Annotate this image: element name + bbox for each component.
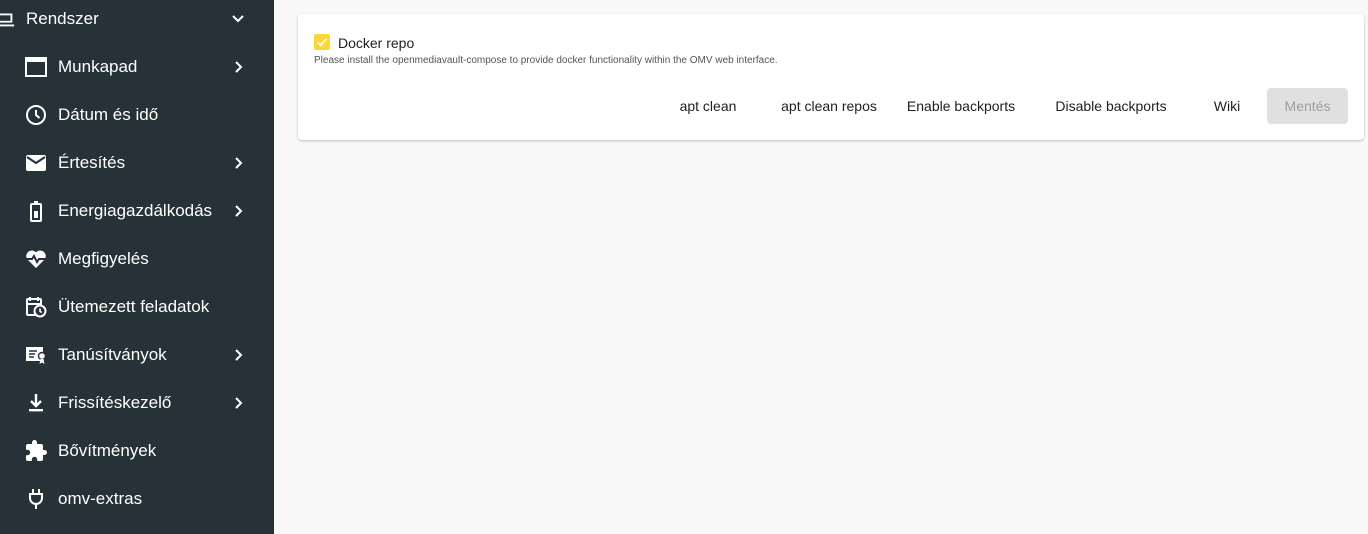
certificate-icon <box>24 343 48 367</box>
docker-repo-hint: Please install the openmediavault-compos… <box>314 55 778 66</box>
sidebar-item-munkapad[interactable]: Munkapad <box>0 43 274 91</box>
mail-icon <box>24 151 48 175</box>
sidebar-item-omv-extras[interactable]: omv-extras <box>0 475 274 523</box>
laptop-icon <box>0 8 16 30</box>
sidebar: Rendszer Munkapad Dátum és idő Értesítés <box>0 0 274 534</box>
enable-backports-button[interactable]: Enable backports <box>896 88 1026 124</box>
sidebar-item-label: Dátum és idő <box>58 105 159 124</box>
sidebar-item-tanusitvanyok[interactable]: Tanúsítványok <box>0 331 274 379</box>
wiki-button[interactable]: Wiki <box>1193 88 1261 124</box>
sidebar-item-energiagazdalkodas[interactable]: Energiagazdálkodás <box>0 187 274 235</box>
sidebar-item-ertesites[interactable]: Értesítés <box>0 139 274 187</box>
main-content: Docker repo Please install the openmedia… <box>274 0 1368 534</box>
sidebar-item-label: Megfigyelés <box>58 249 149 268</box>
chevron-right-icon <box>226 343 250 367</box>
sidebar-item-label: Munkapad <box>58 57 138 76</box>
disable-backports-button[interactable]: Disable backports <box>1045 88 1177 124</box>
download-icon <box>24 391 48 415</box>
sidebar-item-label: Ütemezett feladatok <box>58 297 210 316</box>
sidebar-group-rendszer[interactable]: Rendszer <box>0 0 274 38</box>
sidebar-item-label: Értesítés <box>58 153 126 172</box>
battery-icon <box>24 199 48 223</box>
heart-pulse-icon <box>24 247 48 271</box>
sidebar-item-label: Energiagazdálkodás <box>58 201 213 220</box>
chevron-right-icon <box>226 391 250 415</box>
settings-card: Docker repo Please install the openmedia… <box>298 14 1364 140</box>
checkmark-icon <box>316 38 328 47</box>
calendar-clock-icon <box>24 295 48 319</box>
window-icon <box>24 55 48 79</box>
save-button[interactable]: Mentés <box>1267 88 1348 124</box>
sidebar-group-label: Rendszer <box>26 9 99 28</box>
sidebar-item-datum-es-ido[interactable]: Dátum és idő <box>0 91 274 139</box>
sidebar-item-bovitmenyek[interactable]: Bővítmények <box>0 427 274 475</box>
docker-repo-label[interactable]: Docker repo <box>338 34 414 52</box>
apt-clean-button[interactable]: apt clean <box>653 88 763 124</box>
sidebar-item-label: Tanúsítványok <box>58 345 167 364</box>
clock-icon <box>24 103 48 127</box>
sidebar-item-label: omv-extras <box>58 489 143 508</box>
apt-clean-repos-button[interactable]: apt clean repos <box>764 88 894 124</box>
sidebar-item-label: Frissítéskezelő <box>58 393 172 412</box>
chevron-right-icon <box>226 199 250 223</box>
sidebar-item-utemezett-feladatok[interactable]: Ütemezett feladatok <box>0 283 274 331</box>
docker-repo-checkbox[interactable] <box>314 34 330 50</box>
plug-icon <box>24 487 48 511</box>
sidebar-item-megfigyeles[interactable]: Megfigyelés <box>0 235 274 283</box>
sidebar-item-label: Bővítmények <box>58 441 157 460</box>
chevron-down-icon[interactable] <box>226 7 250 31</box>
chevron-right-icon <box>226 151 250 175</box>
sidebar-item-frissiteskezelo[interactable]: Frissítéskezelő <box>0 379 274 427</box>
chevron-right-icon <box>226 55 250 79</box>
puzzle-icon <box>24 439 48 463</box>
